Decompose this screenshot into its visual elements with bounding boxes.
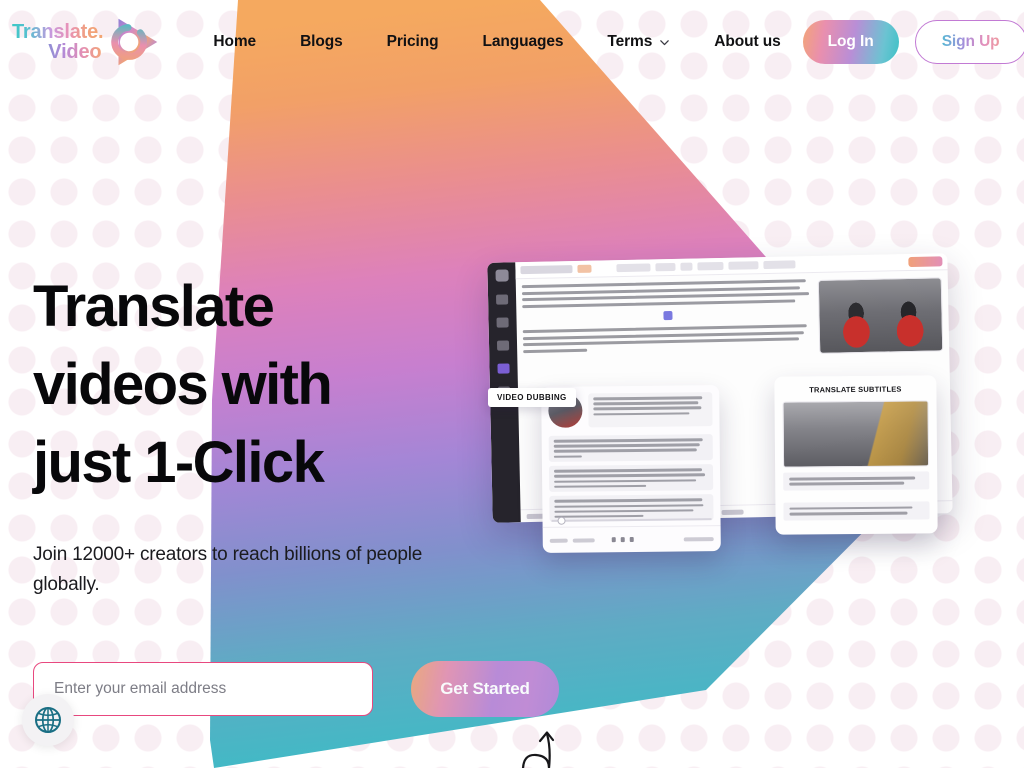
nav-link-label: Terms	[607, 33, 653, 50]
subtitle-caption-ta	[783, 501, 930, 521]
upload-chip	[721, 509, 744, 515]
brand-logo-line1: Translate.	[12, 21, 104, 43]
rail-team-icon	[496, 317, 509, 328]
undo-chip	[655, 262, 676, 272]
pause-icon[interactable]	[620, 537, 625, 543]
split-chip	[697, 261, 724, 271]
find-replace-chip	[616, 263, 651, 273]
hero-heading-line3: just 1-Click	[33, 430, 325, 495]
dubbing-transcript-bubble	[588, 392, 713, 428]
video-thumbnail	[817, 277, 944, 354]
nav-link-about-us[interactable]: About us	[714, 25, 780, 59]
export-button-chip	[908, 256, 943, 268]
translate-subtitles-card: TRANSLATE SUBTITLES	[774, 375, 938, 535]
nav-links: Home Blogs Pricing Languages Terms About…	[191, 25, 802, 59]
nav-link-label: Pricing	[386, 33, 439, 50]
hero-heading-line1: Translate	[33, 274, 275, 339]
signup-form: Get Started	[33, 661, 559, 717]
brand-logo-line2: Video	[48, 41, 102, 63]
translated-toggle-chip	[572, 537, 595, 543]
redo-chip	[680, 262, 693, 271]
nav-link-label: Blogs	[300, 33, 343, 50]
nav-actions: Log In Sign Up	[802, 20, 1024, 64]
nav-link-home[interactable]: Home	[213, 25, 256, 59]
signup-button[interactable]: Sign Up	[914, 20, 1024, 64]
chevron-down-icon	[660, 39, 670, 45]
nav-link-blogs[interactable]: Blogs	[300, 25, 343, 59]
hero-heading-line2: videos with	[33, 352, 333, 417]
skip-back-icon[interactable]	[611, 537, 616, 543]
rail-dashboard-icon	[495, 294, 509, 305]
nav-link-languages[interactable]: Languages	[482, 25, 563, 59]
play-triangle-icon	[111, 18, 158, 66]
insert-marker-icon	[662, 310, 673, 321]
translate-subtitles-title: TRANSLATE SUBTITLES	[809, 384, 902, 395]
dubbing-block-ja	[548, 434, 713, 463]
rail-transcript-icon	[497, 363, 510, 374]
hero-section: Translate videos with just 1-Click Join …	[33, 268, 453, 600]
optimize-chip	[728, 261, 759, 270]
brand-logo[interactable]: Translate. Video	[12, 11, 165, 73]
get-started-button[interactable]: Get Started	[411, 661, 559, 717]
nav-link-pricing[interactable]: Pricing	[387, 25, 439, 59]
nav-link-terms[interactable]: Terms	[607, 25, 670, 59]
transcript-paragraph-en	[521, 279, 812, 309]
globe-icon	[35, 707, 61, 733]
edit-chip	[577, 264, 592, 273]
subtitle-caption-ja	[783, 471, 930, 491]
hero-subheading: Join 12000+ creators to reach billions o…	[33, 544, 423, 595]
language-selector-widget[interactable]	[22, 694, 74, 746]
nav-link-label: Home	[213, 33, 257, 50]
scrubber-handle[interactable]	[557, 516, 566, 525]
page-root: Translate. Video Home Blogs Pricing Lang…	[0, 0, 1024, 768]
video-dubbing-label: VIDEO DUBBING	[488, 388, 576, 407]
dubbing-block-ta-1	[548, 464, 714, 493]
rail-logo-icon	[494, 269, 509, 282]
product-screenshot-cluster: VIDEO DUBBING TRANSLATE SUBTITLES	[480, 248, 960, 568]
top-navigation-bar: Translate. Video Home Blogs Pricing Lang…	[0, 0, 1024, 84]
project-name-chip	[520, 265, 573, 275]
play-speed-chip	[549, 538, 568, 543]
rail-preview-icon	[496, 340, 510, 351]
curved-arrow-up-icon	[522, 731, 555, 768]
email-input[interactable]	[33, 662, 373, 716]
signup-button-label: Sign Up	[941, 33, 1000, 50]
subtitles-video-thumbnail	[782, 400, 930, 468]
login-button[interactable]: Log In	[802, 20, 899, 64]
page-title: Translate videos with just 1-Click	[33, 268, 453, 502]
timestamp-chip	[683, 536, 714, 541]
brand-logo-text: Translate. Video	[12, 21, 104, 63]
dubbing-player-controls	[542, 516, 721, 553]
skip-forward-icon[interactable]	[629, 536, 634, 543]
nav-link-label: Languages	[482, 33, 564, 50]
transcript-paragraph-ja	[522, 324, 813, 353]
video-dubbing-card	[541, 385, 721, 553]
nav-link-label: About us	[714, 33, 781, 50]
generate-subtitle-chip	[763, 260, 796, 270]
